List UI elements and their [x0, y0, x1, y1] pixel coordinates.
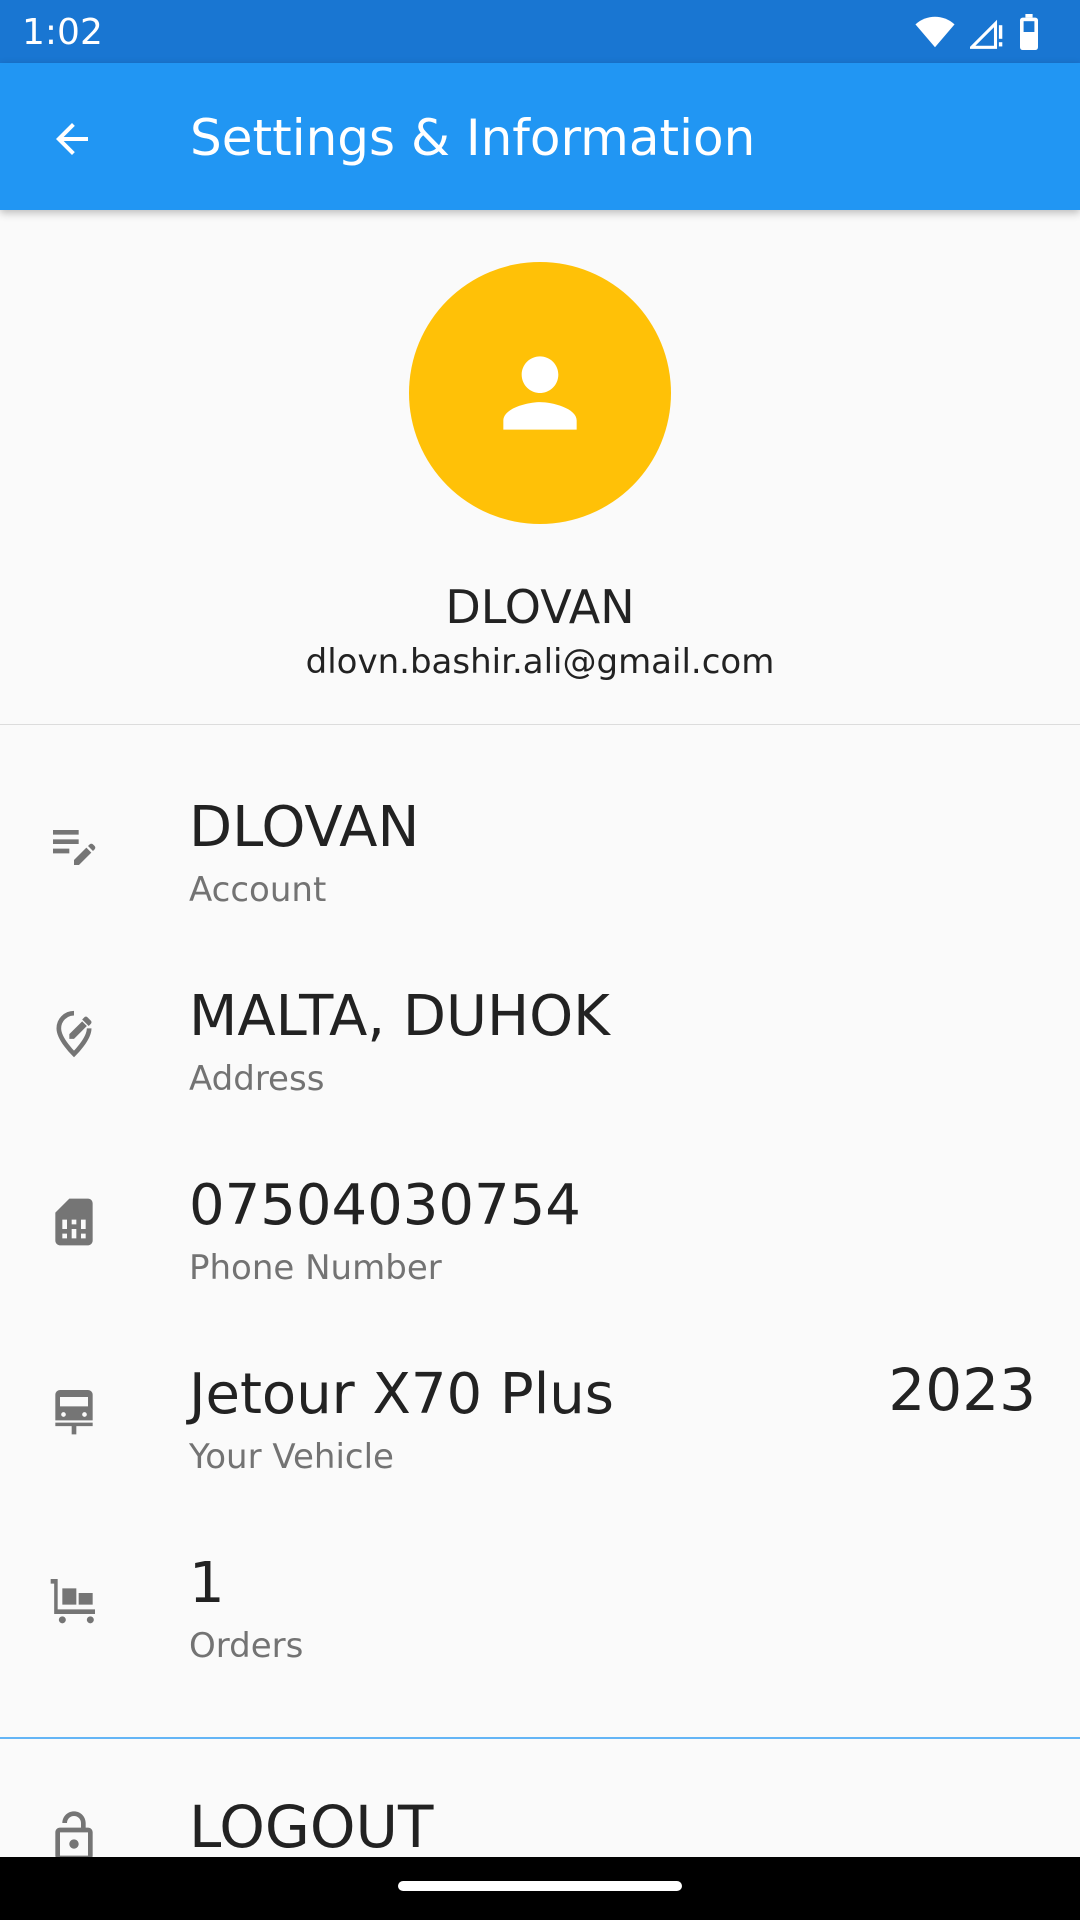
profile-name: DLOVAN [445, 580, 635, 634]
logout-label: LOGOUT [189, 1793, 434, 1861]
sim-card-icon [46, 1194, 102, 1250]
edit-location-icon [46, 1005, 102, 1061]
orders-item[interactable]: 1 Orders [0, 1481, 1080, 1670]
status-bar: 1:02 [0, 0, 1080, 63]
edit-note-icon [46, 816, 102, 872]
phone-value: 07504030754 [189, 1173, 581, 1238]
orders-label: Orders [189, 1626, 304, 1666]
wifi-icon [914, 15, 956, 49]
arrow-back-icon [48, 115, 96, 163]
vehicle-year: 2023 [888, 1356, 1036, 1424]
page-title: Settings & Information [190, 109, 756, 167]
logout-button[interactable]: LOGOUT [0, 1739, 1080, 1861]
phone-label: Phone Number [189, 1248, 442, 1288]
address-item[interactable]: MALTA, DUHOK Address [0, 914, 1080, 1103]
cart-icon [46, 1572, 102, 1628]
profile-email: dlovn.bashir.ali@gmail.com [305, 642, 775, 682]
signal-icon [970, 15, 1004, 49]
home-gesture-handle[interactable] [398, 1881, 682, 1891]
phone-item[interactable]: 07504030754 Phone Number [0, 1103, 1080, 1292]
back-button[interactable] [36, 103, 108, 175]
vehicle-value: Jetour X70 Plus [189, 1362, 614, 1427]
address-value: MALTA, DUHOK [189, 984, 610, 1049]
car-icon [46, 1383, 102, 1439]
navigation-bar [0, 1857, 1080, 1920]
app-bar: Settings & Information [0, 63, 1080, 210]
info-list: DLOVAN Account MALTA, DUHOK Address 0750… [0, 725, 1080, 1670]
account-item[interactable]: DLOVAN Account [0, 725, 1080, 914]
orders-value: 1 [189, 1551, 225, 1616]
person-icon [485, 338, 595, 448]
status-icons [914, 12, 1040, 52]
account-label: Account [189, 870, 327, 910]
battery-icon [1018, 14, 1040, 50]
avatar [409, 262, 671, 524]
account-value: DLOVAN [189, 795, 420, 860]
address-label: Address [189, 1059, 325, 1099]
status-time: 1:02 [22, 12, 103, 53]
profile-header: DLOVAN dlovn.bashir.ali@gmail.com [0, 210, 1080, 724]
vehicle-label: Your Vehicle [189, 1437, 394, 1477]
vehicle-item[interactable]: Jetour X70 Plus Your Vehicle 2023 [0, 1292, 1080, 1481]
